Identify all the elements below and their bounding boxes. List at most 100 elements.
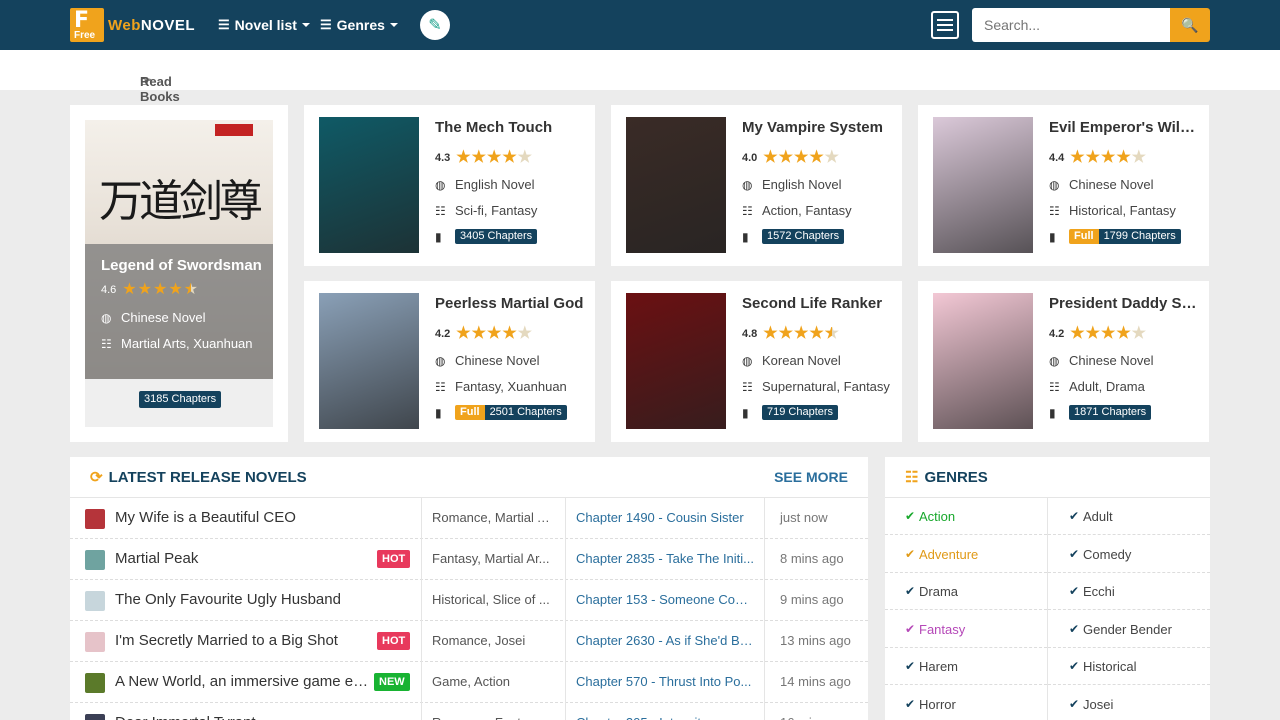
- book-title[interactable]: President Daddy Sup...: [1049, 295, 1199, 312]
- featured-novel-card[interactable]: President Daddy Sup... 4.2 ★ ★ ★ ★ ★ ◍ Chine…: [918, 281, 1209, 442]
- table-row: A New World, an immersive game expe... N…: [70, 662, 868, 703]
- star-icon: ★: [1085, 149, 1100, 166]
- novel-thumbnail[interactable]: [85, 509, 105, 529]
- genre-link[interactable]: ✔ Gender Bender: [1048, 611, 1210, 648]
- table-row: Martial Peak HOT Fantasy, Martial Ar... …: [70, 539, 868, 580]
- check-circle-icon: ✔: [905, 584, 916, 598]
- book-cover[interactable]: [319, 293, 419, 429]
- theme-toggle-button[interactable]: ✎: [420, 10, 450, 40]
- update-time: 9 mins ago: [780, 592, 844, 607]
- site-logo[interactable]: F Free WebNOVEL: [70, 8, 195, 42]
- featured-novel-card[interactable]: The Mech Touch 4.3 ★ ★ ★ ★ ★ ◍ English Novel…: [304, 105, 595, 266]
- novel-thumbnail[interactable]: [85, 632, 105, 652]
- list-icon: ☷: [435, 379, 446, 394]
- book-origin: Chinese Novel: [1069, 353, 1154, 368]
- status-badge: NEW: [374, 673, 410, 691]
- book-title[interactable]: Second Life Ranker: [742, 295, 892, 312]
- rating: 4.4 ★ ★ ★ ★ ★: [1049, 149, 1147, 166]
- genre-link[interactable]: ✔ Drama: [885, 573, 1047, 610]
- star-icon: ★: [793, 149, 809, 166]
- novel-title-link[interactable]: Dear Immortal Tyrant: [115, 714, 370, 720]
- book-title[interactable]: Peerless Martial God: [435, 295, 585, 312]
- list-icon: ☷: [1049, 203, 1060, 218]
- genre-link[interactable]: ✔ Josei: [1048, 686, 1210, 720]
- star-icon: ★: [809, 149, 824, 166]
- update-time: 8 mins ago: [780, 551, 844, 566]
- book-title[interactable]: The Mech Touch: [435, 119, 585, 136]
- check-circle-icon: ✔: [905, 509, 916, 523]
- featured-novel-card[interactable]: Peerless Martial God 4.2 ★ ★ ★ ★ ★ ◍ Chinese…: [304, 281, 595, 442]
- top-navbar: FFree WebNOVEL ☰ Novel list ☰ Genres ✎ 🔍: [0, 0, 1280, 50]
- featured-novel-card[interactable]: Second Life Ranker 4.8 ★ ★ ★ ★ ★ ◍ Korean No…: [611, 281, 902, 442]
- book-origin: Chinese Novel: [455, 353, 540, 368]
- genre-link[interactable]: ✔ Action: [885, 498, 1047, 535]
- novel-thumbnail[interactable]: [85, 714, 105, 720]
- update-time: just now: [780, 510, 828, 525]
- update-time: 16 mins ago: [780, 715, 851, 720]
- book-title[interactable]: Legend of Swordsman: [101, 257, 262, 274]
- chapter-count-badge: 2501 Chapters: [484, 405, 567, 420]
- novel-genres: Romance, Josei: [432, 633, 526, 648]
- book-cover[interactable]: [319, 117, 419, 253]
- book-cover[interactable]: [626, 117, 726, 253]
- novel-thumbnail[interactable]: [85, 673, 105, 693]
- chapter-link[interactable]: Chapter 1490 - Cousin Sister: [576, 510, 756, 525]
- genre-link[interactable]: ✔ Horror: [885, 686, 1047, 720]
- globe-icon: ◍: [1049, 353, 1060, 368]
- refresh-icon: ⟳: [90, 469, 103, 486]
- genre-link[interactable]: ✔ Harem: [885, 648, 1047, 685]
- table-row: The Only Favourite Ugly Husband Historic…: [70, 580, 868, 621]
- star-icon: ★: [824, 325, 840, 342]
- star-rating: ★ ★ ★ ★ ★: [1070, 325, 1147, 342]
- genre-link[interactable]: ✔ Comedy: [1048, 536, 1210, 573]
- star-icon: ★: [809, 325, 824, 342]
- genre-link[interactable]: ✔ Historical: [1048, 648, 1210, 685]
- book-cover[interactable]: [933, 117, 1033, 253]
- nav-novel-list[interactable]: ☰ Novel list: [218, 0, 310, 50]
- star-rating: ★ ★ ★ ★ ★: [763, 325, 840, 342]
- chapter-link[interactable]: Chapter 205 - Intensity: [576, 715, 756, 720]
- genre-link[interactable]: ✔ Adventure: [885, 536, 1047, 573]
- search-input[interactable]: [972, 8, 1170, 42]
- book-origin: Korean Novel: [762, 353, 841, 368]
- star-rating: ★ ★ ★ ★ ★: [456, 150, 533, 166]
- book-cover[interactable]: [933, 293, 1033, 429]
- book-title[interactable]: My Vampire System: [742, 119, 892, 136]
- chapter-link[interactable]: Chapter 2835 - Take The Initi...: [576, 551, 756, 566]
- reading-list-icon[interactable]: [931, 11, 959, 39]
- search-button[interactable]: 🔍: [1170, 8, 1210, 42]
- book-genres: Historical, Fantasy: [1069, 203, 1176, 218]
- featured-novel-card[interactable]: Evil Emperor's Wild C... 4.4 ★★★★★ ◍ Chi…: [918, 105, 1209, 266]
- novel-thumbnail[interactable]: [85, 591, 105, 611]
- novel-thumbnail[interactable]: [85, 550, 105, 570]
- genre-link[interactable]: ✔ Ecchi: [1048, 573, 1210, 610]
- book-origin: Chinese Novel: [121, 310, 206, 325]
- book-cover[interactable]: [626, 293, 726, 429]
- featured-novel-card[interactable]: My Vampire System 4.0 ★ ★ ★ ★ ★ ◍ English No…: [611, 105, 902, 266]
- list-icon: ☷: [905, 469, 919, 486]
- latest-release-section: ⟳ LATEST RELEASE NOVELS SEE MORE My Wife …: [70, 457, 868, 720]
- nav-genres[interactable]: ☰ Genres: [320, 0, 398, 50]
- novel-title-link[interactable]: A New World, an immersive game expe...: [115, 673, 370, 690]
- star-icon: ★: [1131, 149, 1147, 166]
- genre-link[interactable]: ✔ Fantasy: [885, 611, 1047, 648]
- novel-title-link[interactable]: I'm Secretly Married to a Big Shot: [115, 632, 370, 649]
- check-circle-icon: ✔: [905, 546, 916, 561]
- genre-link[interactable]: ✔ Adult: [1048, 498, 1210, 535]
- chapter-count-badge: 3185 Chapters: [139, 391, 222, 408]
- chapter-count-badge: 719 Chapters: [762, 405, 839, 420]
- novel-title-link[interactable]: The Only Favourite Ugly Husband: [115, 591, 370, 608]
- status-badge: HOT: [377, 632, 411, 650]
- chapter-link[interactable]: Chapter 2630 - As if She'd Be...: [576, 633, 756, 648]
- book-genres: Supernatural, Fantasy: [762, 379, 890, 394]
- star-rating: ★ ★ ★ ★ ★: [456, 326, 533, 342]
- chapter-link[interactable]: Chapter 570 - Thrust Into Po...: [576, 674, 756, 689]
- star-icon: ★: [1070, 325, 1085, 342]
- book-icon: ▮: [742, 229, 749, 244]
- novel-title-link[interactable]: My Wife is a Beautiful CEO: [115, 509, 370, 526]
- chapter-count-badge: 3405 Chapters: [455, 229, 538, 244]
- novel-title-link[interactable]: Martial Peak: [115, 550, 370, 567]
- chapter-link[interactable]: Chapter 153 - Someone Com...: [576, 592, 756, 607]
- book-title[interactable]: Evil Emperor's Wild C...: [1049, 119, 1199, 136]
- see-more-link[interactable]: SEE MORE: [774, 469, 848, 485]
